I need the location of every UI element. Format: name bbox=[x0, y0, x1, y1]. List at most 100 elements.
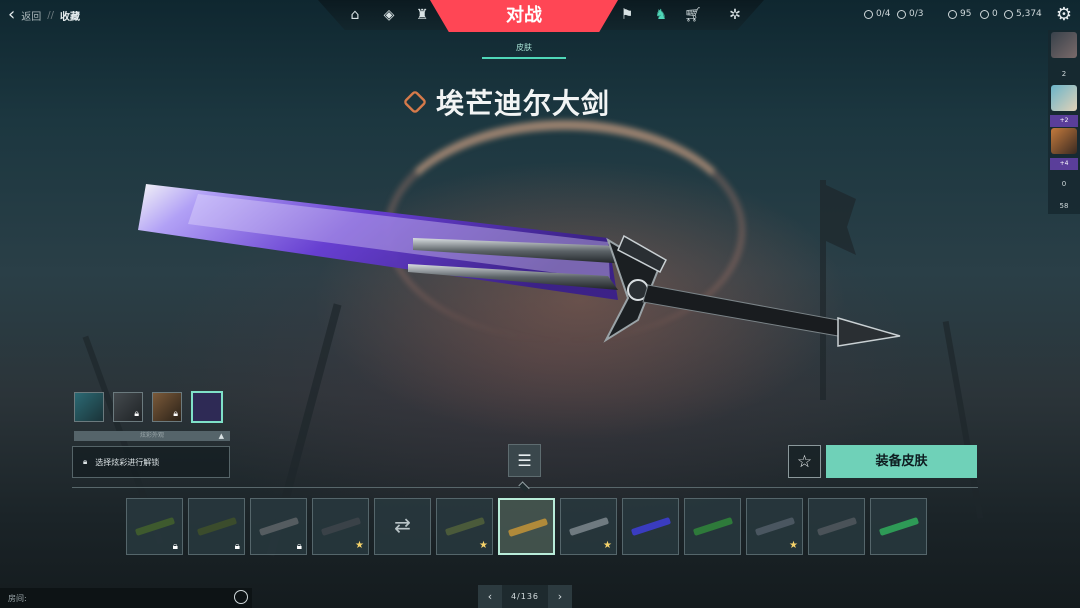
skin-tile[interactable] bbox=[622, 498, 679, 555]
tier-icon bbox=[402, 89, 428, 115]
quests-value: 0/3 bbox=[909, 9, 924, 19]
skin-thumbnail bbox=[196, 516, 238, 537]
avatar[interactable] bbox=[1051, 32, 1077, 58]
party-count: 58 bbox=[1059, 202, 1069, 210]
missions-counter[interactable]: 0/4 bbox=[864, 9, 890, 19]
party-count: 0 bbox=[1061, 180, 1067, 188]
vp-value: 95 bbox=[960, 9, 972, 19]
skin-thumbnail bbox=[630, 516, 672, 537]
variant-header: 炫彩外观 ▲ bbox=[74, 431, 230, 441]
skin-title: 埃芒迪尔大剑 bbox=[436, 87, 611, 120]
star-icon: ★ bbox=[603, 540, 612, 551]
skin-thumbnail bbox=[692, 516, 734, 537]
kingdom-credits-icon bbox=[1004, 9, 1013, 19]
skin-thumbnail bbox=[878, 516, 920, 537]
skin-tile[interactable] bbox=[684, 498, 741, 555]
room-icon[interactable] bbox=[234, 590, 248, 604]
skin-tile[interactable] bbox=[498, 498, 555, 555]
sliders-icon: ☰ bbox=[517, 451, 532, 470]
variant-header-label: 炫彩外观 bbox=[139, 432, 164, 439]
top-bar: ‹ 返回 // 收藏 ⌂ ◈ ♜ ⚑ ♞ 🛒︎ ✲ 对战 0/4 0/3 95 … bbox=[0, 0, 1080, 32]
chroma-variant-1[interactable] bbox=[74, 392, 104, 422]
grip bbox=[642, 284, 839, 337]
collection-icon[interactable]: ♞ bbox=[652, 6, 670, 24]
career-icon[interactable]: ◈ bbox=[380, 6, 398, 24]
skin-thumbnail bbox=[507, 517, 549, 538]
valorant-points-icon bbox=[948, 9, 957, 19]
skin-tile[interactable]: ★ bbox=[436, 498, 493, 555]
lock-icon: 🔒︎ bbox=[296, 541, 302, 552]
skin-thumbnail bbox=[258, 516, 300, 537]
star-icon: ★ bbox=[789, 540, 798, 551]
skin-tile[interactable] bbox=[870, 498, 927, 555]
skin-thumbnail bbox=[816, 516, 858, 537]
favorite-button[interactable]: ☆ bbox=[788, 445, 821, 478]
breadcrumb-current: 收藏 bbox=[59, 11, 80, 23]
rp-value: 0 bbox=[992, 9, 998, 19]
skin-tile[interactable]: 🔒︎ bbox=[126, 498, 183, 555]
skin-tile[interactable]: ★ bbox=[746, 498, 803, 555]
chevron-left-icon[interactable]: ‹ bbox=[478, 585, 502, 608]
chroma-variant-2[interactable]: 🔒︎ bbox=[113, 392, 143, 422]
chevron-up-icon[interactable]: ▲ bbox=[219, 431, 224, 441]
kc-value: 5,374 bbox=[1016, 9, 1042, 19]
missions-icon bbox=[864, 9, 873, 19]
skin-thumbnail bbox=[444, 516, 486, 537]
skin-thumbnail bbox=[754, 516, 796, 537]
background-spear bbox=[942, 320, 984, 520]
back-button[interactable]: ‹ 返回 // 收藏 bbox=[8, 6, 80, 24]
chevron-right-icon[interactable]: › bbox=[548, 585, 572, 608]
chevron-left-icon: ‹ bbox=[8, 4, 16, 25]
lock-icon: 🔒︎ bbox=[234, 541, 240, 552]
equip-skin-button[interactable]: 装备皮肤 bbox=[826, 445, 977, 478]
avatar[interactable] bbox=[1051, 85, 1077, 111]
star-icon: ★ bbox=[479, 540, 488, 551]
missions-value: 0/4 bbox=[876, 9, 891, 19]
kc-counter[interactable]: 5,374 bbox=[1004, 9, 1042, 19]
skin-tile[interactable] bbox=[808, 498, 865, 555]
skin-tile[interactable]: 🔒︎ bbox=[188, 498, 245, 555]
shuffle-icon: ⇄ bbox=[394, 513, 411, 537]
unlock-hint-box: 🔒︎ 选择炫彩进行解锁 bbox=[72, 446, 230, 478]
room-bar[interactable]: 房间: bbox=[0, 588, 252, 608]
skin-tile[interactable]: ★ bbox=[560, 498, 617, 555]
quests-counter[interactable]: 0/3 bbox=[897, 9, 923, 19]
tab-skins-underline bbox=[482, 57, 566, 59]
store-icon[interactable]: 🛒︎ bbox=[684, 6, 702, 24]
star-icon: ★ bbox=[355, 540, 364, 551]
quests-icon bbox=[897, 9, 906, 19]
party-panel: 2 +2 +4 0 58 bbox=[1048, 30, 1080, 214]
skin-thumbnail bbox=[568, 516, 610, 537]
skin-tile[interactable]: ⇄ bbox=[374, 498, 431, 555]
pager: ‹ 4/136 › bbox=[478, 585, 572, 608]
skin-title-row: 埃芒迪尔大剑 bbox=[402, 82, 611, 122]
chroma-variant-3[interactable]: 🔒︎ bbox=[152, 392, 182, 422]
rp-counter[interactable]: 0 bbox=[980, 9, 998, 19]
gear-icon[interactable]: ⚙ bbox=[1056, 4, 1072, 25]
radianite-points-icon bbox=[980, 9, 989, 19]
weapon-preview bbox=[138, 184, 901, 347]
skin-tile[interactable]: ★ bbox=[312, 498, 369, 555]
battlepass-icon[interactable]: ⚑ bbox=[618, 6, 636, 24]
skin-tile[interactable]: 🔒︎ bbox=[250, 498, 307, 555]
star-icon: ☆ bbox=[796, 451, 813, 472]
chroma-variant-4[interactable] bbox=[191, 391, 223, 423]
home-icon[interactable]: ⌂ bbox=[346, 6, 364, 24]
skin-thumbnail bbox=[134, 516, 176, 537]
pommel bbox=[837, 317, 901, 347]
play-button[interactable]: 对战 bbox=[430, 0, 618, 32]
unlock-hint: 选择炫彩进行解锁 bbox=[95, 457, 160, 467]
agents-icon[interactable]: ♜ bbox=[413, 6, 431, 24]
back-label: 返回 bbox=[21, 11, 42, 23]
breadcrumb-separator: // bbox=[47, 9, 54, 21]
party-badge: +4 bbox=[1050, 158, 1078, 170]
lock-icon: 🔒︎ bbox=[134, 409, 139, 419]
lock-icon: 🔒︎ bbox=[83, 457, 88, 466]
avatar[interactable] bbox=[1051, 128, 1077, 154]
social-icon[interactable]: ✲ bbox=[726, 6, 744, 24]
filter-button[interactable]: ☰ bbox=[508, 444, 541, 477]
selection-notch bbox=[518, 481, 530, 493]
party-count: 2 bbox=[1061, 70, 1067, 78]
vp-counter[interactable]: 95 bbox=[948, 9, 971, 19]
tab-skins[interactable]: 皮肤 bbox=[482, 42, 566, 53]
